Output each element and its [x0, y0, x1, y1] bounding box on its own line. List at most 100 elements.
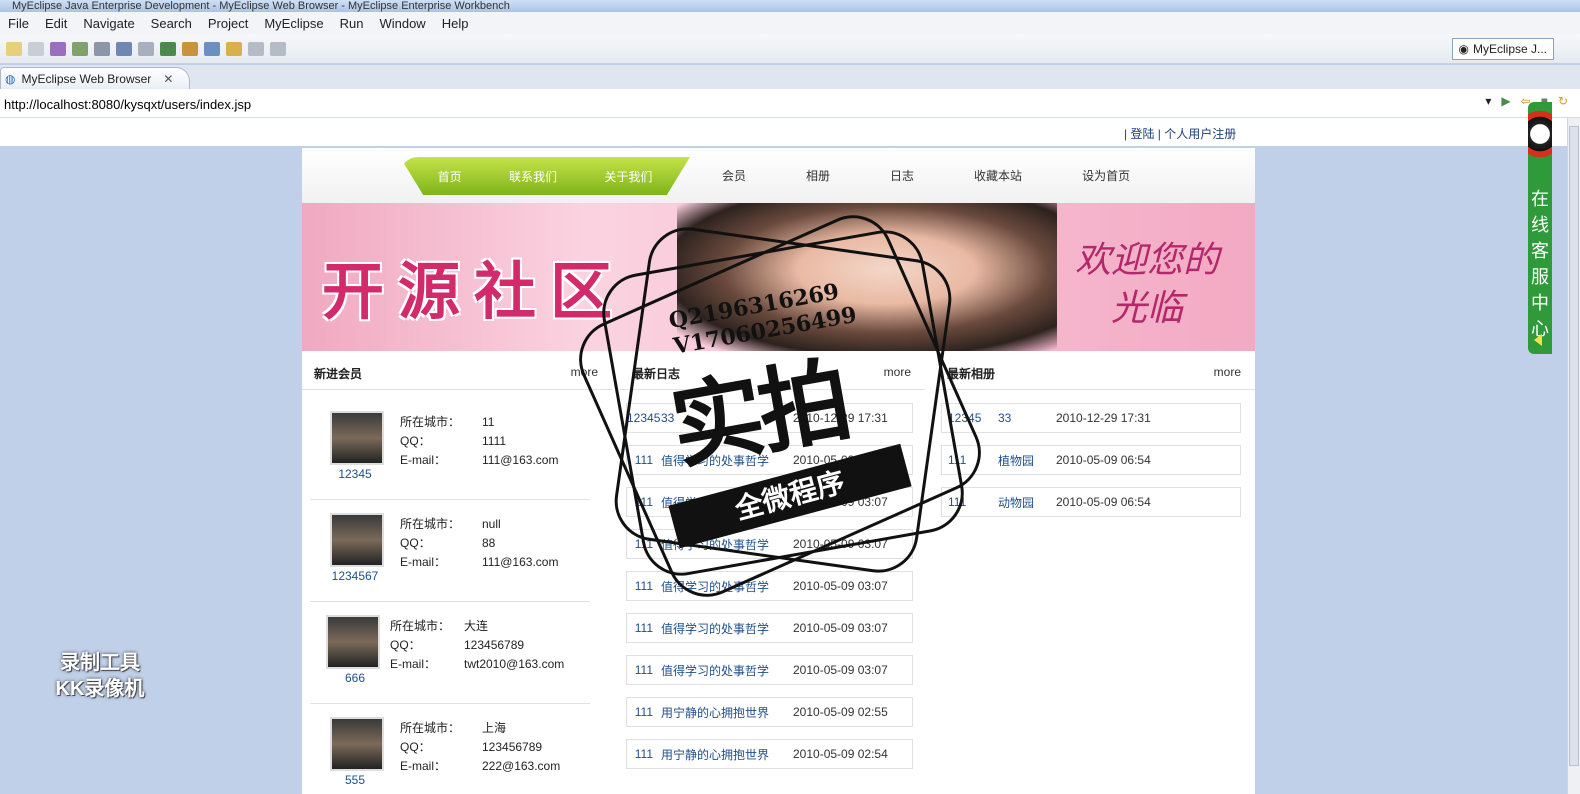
diary-user[interactable]: 111 [627, 453, 661, 467]
diary-row[interactable]: 111 值得学习的处事哲学 2010-05-09 03:07 [626, 487, 913, 517]
diary-title[interactable]: 值得学习的处事哲学 [661, 578, 793, 595]
menu-help[interactable]: Help [434, 16, 477, 31]
page-scrollbar[interactable] [1567, 118, 1580, 794]
diary-title[interactable]: 33 [661, 411, 793, 425]
diary-user[interactable]: 111 [627, 537, 661, 551]
city-value: null [482, 517, 501, 531]
diary-title[interactable]: 值得学习的处事哲学 [661, 494, 793, 511]
diary-row[interactable]: 12345 33 2010-12-29 17:31 [626, 403, 913, 433]
menu-myeclipse[interactable]: MyEclipse [256, 16, 331, 31]
diary-row[interactable]: 111 用宁静的心拥抱世界 2010-05-09 02:55 [626, 697, 913, 727]
nav-about[interactable]: 关于我们 [604, 168, 652, 185]
diary-row[interactable]: 111 值得学习的处事哲学 2010-05-09 03:07 [626, 571, 913, 601]
server-icon[interactable] [94, 41, 110, 56]
diary-user[interactable]: 111 [627, 579, 661, 593]
diary-user[interactable]: 111 [627, 495, 661, 509]
diary-title[interactable]: 值得学习的处事哲学 [661, 620, 793, 637]
member-name[interactable]: 666 [310, 671, 400, 685]
diary-title[interactable]: 值得学习的处事哲学 [661, 536, 793, 553]
diary-row[interactable]: 111 值得学习的处事哲学 2010-05-09 03:07 [626, 655, 913, 685]
nav-bookmark[interactable]: 收藏本站 [974, 167, 1022, 184]
package-icon[interactable] [50, 41, 66, 56]
deploy-icon[interactable] [116, 41, 132, 56]
menu-search[interactable]: Search [143, 16, 200, 31]
album-user[interactable]: 111 [942, 453, 988, 467]
menu-run[interactable]: Run [332, 16, 372, 31]
avatar[interactable] [326, 615, 380, 669]
dropdown-icon[interactable]: ▾ [1485, 94, 1491, 108]
new-icon[interactable] [6, 41, 22, 56]
menu-window[interactable]: Window [371, 16, 433, 31]
qq-label: QQ： [390, 638, 421, 652]
perspective-icon: ◉ [1458, 42, 1469, 56]
album-title[interactable]: 33 [988, 411, 1056, 425]
menu-navigate[interactable]: Navigate [75, 16, 142, 31]
avatar[interactable] [330, 513, 384, 567]
login-register-links[interactable]: | 登陆 | 个人用户注册 [1124, 125, 1236, 142]
navigate-forward-icon[interactable] [270, 41, 286, 56]
menu-edit[interactable]: Edit [37, 16, 75, 31]
nav-members[interactable]: 会员 [722, 167, 746, 184]
site-container: 首页 联系我们 关于我们 会员 相册 日志 收藏本站 设为首页 开源社区 欢迎您… [302, 148, 1255, 794]
tab-web-browser[interactable]: ◍ MyEclipse Web Browser ✕ [0, 67, 190, 89]
avatar[interactable] [330, 411, 384, 465]
diary-row[interactable]: 111 用宁静的心拥抱世界 2010-05-09 02:54 [626, 739, 913, 769]
avatar[interactable] [330, 717, 384, 771]
albums-more-link[interactable]: more [1214, 365, 1241, 379]
menu-file[interactable]: File [0, 16, 37, 31]
member-card: 12345 所在城市： 11 QQ： 1111 E-mail： 111@163.com [310, 399, 590, 500]
city-value: 上海 [482, 721, 507, 735]
close-icon[interactable]: ✕ [163, 72, 173, 86]
diary-user[interactable]: 12345 [627, 411, 661, 425]
save-icon[interactable] [28, 41, 44, 56]
url-input[interactable] [2, 93, 1346, 115]
album-time: 2010-05-09 06:54 [1056, 495, 1151, 509]
album-user[interactable]: 12345 [942, 411, 988, 425]
diary-user[interactable]: 111 [627, 705, 661, 719]
online-service-widget[interactable]: 在线客服中心 [1528, 102, 1552, 354]
nav-contact[interactable]: 联系我们 [509, 168, 557, 185]
diary-row[interactable]: 111 值得学习的处事哲学 2010-05-09 03:07 [626, 613, 913, 643]
nav-albums[interactable]: 相册 [806, 167, 830, 184]
album-title[interactable]: 动物园 [988, 494, 1056, 511]
nav-diary[interactable]: 日志 [890, 167, 914, 184]
diary-title[interactable]: 用宁静的心拥抱世界 [661, 704, 793, 721]
diary-user[interactable]: 111 [627, 621, 661, 635]
member-card: 555 所在城市： 上海 QQ： 123456789 E-mail： 222@163.… [310, 705, 590, 794]
diary-row[interactable]: 111 值得学习的处事哲学 2010-05-09 03:07 [626, 445, 913, 475]
member-name[interactable]: 555 [310, 773, 400, 787]
member-name[interactable]: 12345 [310, 467, 400, 481]
collapse-arrow-icon[interactable] [1534, 334, 1542, 346]
city-label: 所在城市： [400, 415, 461, 429]
members-more-link[interactable]: more [571, 365, 598, 379]
go-icon[interactable]: ▶ [1501, 94, 1510, 108]
diary-title[interactable]: 值得学习的处事哲学 [661, 662, 793, 679]
album-title[interactable]: 植物园 [988, 452, 1056, 469]
diary-title[interactable]: 用宁静的心拥抱世界 [661, 746, 793, 763]
email-label: E-mail： [400, 453, 447, 467]
open-type-icon[interactable] [226, 41, 242, 56]
diary-title[interactable]: 值得学习的处事哲学 [661, 452, 793, 469]
album-user[interactable]: 111 [942, 495, 988, 509]
debug-icon[interactable] [72, 41, 88, 56]
diary-user[interactable]: 111 [627, 663, 661, 677]
album-row[interactable]: 111 动物园 2010-05-09 06:54 [941, 487, 1241, 517]
external-tools-icon[interactable] [182, 41, 198, 56]
menu-project[interactable]: Project [200, 16, 256, 31]
scrollbar-thumb[interactable] [1569, 126, 1579, 766]
diaries-more-link[interactable]: more [884, 365, 911, 379]
album-row[interactable]: 111 植物园 2010-05-09 06:54 [941, 445, 1241, 475]
member-name[interactable]: 1234567 [310, 569, 400, 583]
diary-row[interactable]: 111 值得学习的处事哲学 2010-05-09 03:07 [626, 529, 913, 559]
recorder-line1: 录制工具 [60, 652, 140, 674]
nav-set-homepage[interactable]: 设为首页 [1082, 167, 1130, 184]
perspective-switcher[interactable]: ◉ MyEclipse J... [1451, 38, 1554, 60]
refresh-icon[interactable]: ↻ [1558, 94, 1568, 108]
diary-user[interactable]: 111 [627, 747, 661, 761]
search-icon[interactable] [204, 41, 220, 56]
nav-home[interactable]: 首页 [438, 168, 462, 185]
album-row[interactable]: 12345 33 2010-12-29 17:31 [941, 403, 1241, 433]
run-icon[interactable] [160, 41, 176, 56]
navigate-back-icon[interactable] [248, 41, 264, 56]
browser-icon[interactable] [138, 41, 154, 56]
